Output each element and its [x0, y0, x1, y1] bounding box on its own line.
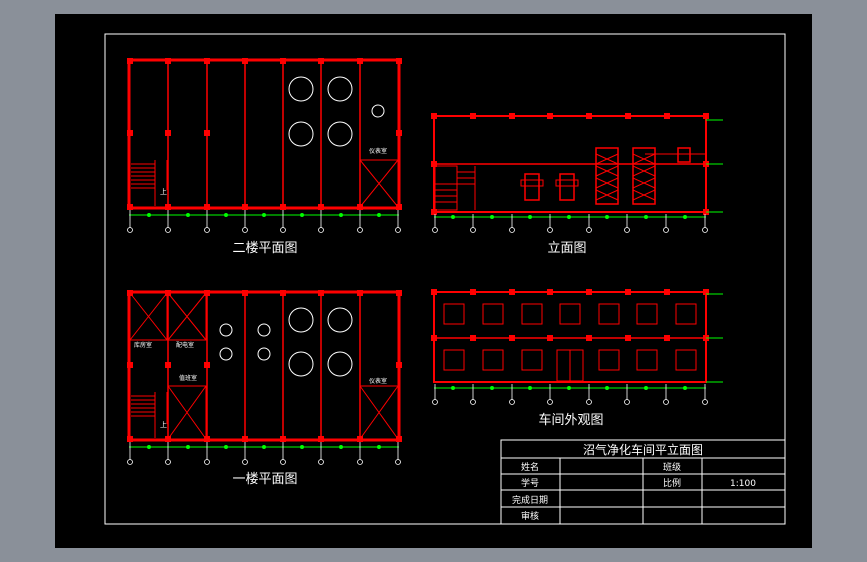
cad-drawing: 上 仪表室 二楼平面图 立面图 库房室 配电室 值班室 上 仪表室 一楼平面图 …	[104, 33, 786, 525]
floor2-control-label: 仪表室	[369, 147, 387, 155]
review-label: 审核	[521, 510, 539, 522]
floor1-room-b: 配电室	[176, 341, 194, 349]
id-label: 学号	[521, 477, 539, 489]
floor1-tanks	[219, 307, 353, 377]
floor2-stair-up: 上	[160, 187, 167, 196]
scale-label: 比例	[663, 477, 681, 489]
drawing-sheet: 上 仪表室 二楼平面图 立面图 库房室 配电室 值班室 上 仪表室 一楼平面图 …	[55, 14, 812, 548]
floor2-tanks	[288, 76, 385, 147]
floor1-stair-up: 上	[160, 420, 167, 429]
floor2-title: 二楼平面图	[232, 241, 297, 256]
exterior-title: 车间外观图	[538, 412, 603, 428]
floor1-title: 一楼平面图	[232, 472, 297, 487]
exterior-columns	[431, 289, 709, 341]
scale-value: 1:100	[730, 479, 756, 489]
floor1-dimension	[129, 445, 399, 449]
exterior-levels	[434, 293, 723, 390]
elevation	[433, 115, 707, 213]
name-label: 姓名	[521, 461, 539, 473]
floor2-dimension	[129, 213, 399, 217]
elevation-levels	[434, 119, 723, 219]
title-block-title: 沼气净化车间平立面图	[583, 442, 703, 457]
class-label: 班级	[663, 461, 681, 473]
elevation-title: 立面图	[547, 241, 586, 256]
floor1-room-a: 库房室	[134, 341, 152, 349]
floor1-control-label: 仪表室	[369, 377, 387, 385]
floor1-room-c: 值班室	[179, 374, 197, 382]
date-label: 完成日期	[512, 494, 548, 506]
